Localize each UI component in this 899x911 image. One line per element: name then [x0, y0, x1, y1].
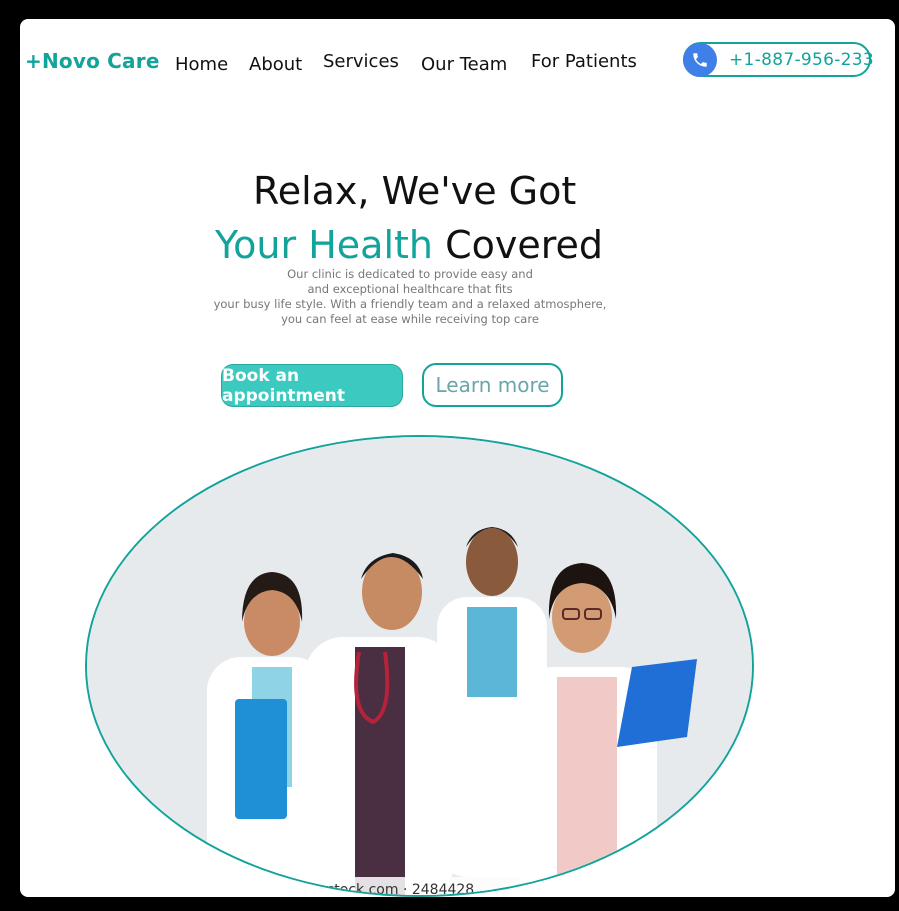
phone-icon: [683, 43, 717, 77]
learn-more-button[interactable]: Learn more: [422, 363, 563, 407]
book-appointment-button[interactable]: Book an appointment: [221, 364, 403, 407]
phone-contact-button[interactable]: +1-887-956-233: [683, 42, 875, 77]
phone-number: +1-887-956-233: [729, 50, 875, 70]
page: +Novo Care Home About Services Our Team …: [20, 19, 895, 897]
image-watermark: stock.com · 2484428: [327, 882, 474, 897]
hero-description: Our clinic is dedicated to provide easy …: [170, 267, 650, 327]
description-line: you can feel at ease while receiving top…: [281, 312, 539, 326]
hero-headline-line1: Relax, We've Got: [253, 169, 577, 213]
description-line: and exceptional healthcare that fits: [307, 282, 513, 296]
hero-image: stock.com · 2484428: [85, 435, 754, 897]
nav-home[interactable]: Home: [175, 54, 228, 75]
brand-logo[interactable]: +Novo Care: [25, 49, 160, 73]
phone-icon-glyph: [693, 53, 707, 67]
nav-about[interactable]: About: [249, 54, 302, 75]
hero-headline-line2: Your Health Covered: [215, 217, 603, 267]
nav-for-patients[interactable]: For Patients: [531, 51, 637, 72]
doctors-team-illustration: stock.com · 2484428: [87, 437, 752, 897]
hero-headline-rest: Covered: [432, 223, 604, 267]
nav-services[interactable]: Services: [323, 51, 399, 72]
description-line: your busy life style. With a friendly te…: [213, 297, 607, 311]
description-line: Our clinic is dedicated to provide easy …: [287, 267, 533, 281]
hero-headline-accent: Your Health: [215, 223, 433, 267]
nav-our-team[interactable]: Our Team: [421, 54, 507, 75]
